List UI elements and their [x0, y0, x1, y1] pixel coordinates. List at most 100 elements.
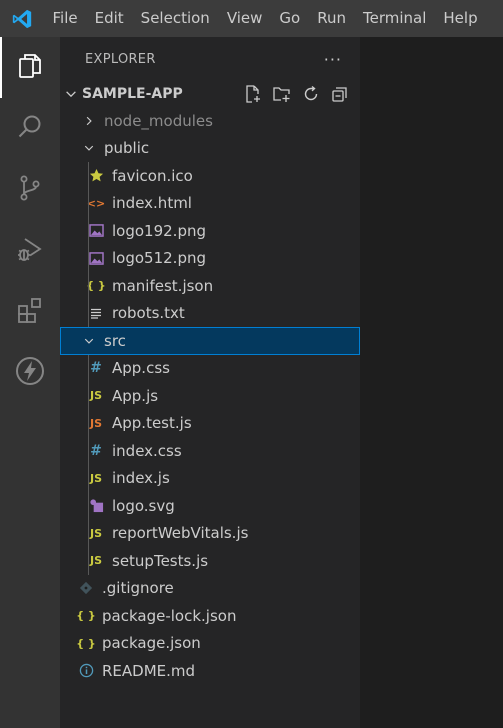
new-folder-icon[interactable] — [271, 83, 293, 105]
tree-file-robots-txt[interactable]: robots.txt — [60, 299, 360, 327]
activity-search[interactable] — [0, 98, 60, 159]
tree-item-label: index.html — [112, 194, 192, 213]
editor-area — [360, 37, 503, 728]
tree-item-label: .gitignore — [102, 579, 174, 598]
tree-file-package-lock[interactable]: { } package-lock.json — [60, 602, 360, 630]
chevron-down-icon — [80, 135, 98, 163]
tree-file-index-html[interactable]: <> index.html — [60, 189, 360, 217]
tree-file-gitignore[interactable]: .gitignore — [60, 575, 360, 603]
activity-source-control[interactable] — [0, 159, 60, 220]
tree-item-label: favicon.ico — [112, 166, 193, 185]
activity-thunder[interactable] — [0, 342, 60, 403]
chevron-right-icon — [80, 107, 98, 135]
info-icon — [74, 657, 98, 685]
tree-file-manifest-json[interactable]: { } manifest.json — [60, 272, 360, 300]
workspace-section-header[interactable]: SAMPLE-APP — [60, 81, 360, 107]
tree-item-label: reportWebVitals.js — [112, 524, 249, 543]
thunder-icon — [15, 356, 45, 390]
tree-file-index-js[interactable]: JS index.js — [60, 464, 360, 492]
tree-file-app-css[interactable]: # App.css — [60, 354, 360, 382]
tree-file-app-test-js[interactable]: JS App.test.js — [60, 409, 360, 437]
indent-guide — [88, 189, 89, 217]
menu-run[interactable]: Run — [309, 0, 355, 37]
menu-view[interactable]: View — [218, 0, 271, 37]
title-bar: File Edit Selection View Go Run Terminal… — [0, 0, 503, 37]
tree-file-setup-tests[interactable]: JS setupTests.js — [60, 547, 360, 575]
tree-file-index-css[interactable]: # index.css — [60, 437, 360, 465]
extensions-icon — [16, 296, 44, 328]
tree-item-label: App.test.js — [112, 414, 192, 433]
indent-guide — [88, 272, 89, 300]
menu-go[interactable]: Go — [271, 0, 309, 37]
section-actions — [242, 83, 360, 105]
indent-guide — [88, 354, 89, 382]
menu-selection[interactable]: Selection — [132, 0, 218, 37]
git-icon — [74, 575, 98, 603]
tree-item-label: App.css — [112, 359, 170, 378]
tree-file-logo512[interactable]: logo512.png — [60, 244, 360, 272]
tree-item-label: public — [104, 139, 150, 158]
sidebar-title: EXPLORER — [85, 52, 156, 67]
sidebar-header: EXPLORER ··· — [60, 37, 360, 82]
activity-run-debug[interactable] — [0, 220, 60, 281]
source-control-icon — [16, 174, 44, 206]
tree-item-label: robots.txt — [112, 304, 185, 323]
tree-item-label: index.js — [112, 469, 170, 488]
json-icon: { } — [76, 609, 96, 623]
workspace-title: SAMPLE-APP — [82, 86, 183, 102]
file-tree: node_modules public favicon.ico <> index… — [60, 107, 360, 685]
tree-item-label: src — [104, 331, 126, 350]
indent-guide — [88, 492, 89, 520]
indent-guide — [88, 244, 89, 272]
tree-item-label: logo192.png — [112, 221, 206, 240]
menu-file[interactable]: File — [44, 0, 86, 37]
tree-file-favicon[interactable]: favicon.ico — [60, 162, 360, 190]
vscode-logo-icon — [0, 0, 44, 37]
tree-folder-src[interactable]: src — [60, 327, 360, 355]
menu-bar: File Edit Selection View Go Run Terminal… — [44, 0, 486, 37]
tree-file-report-web-vitals[interactable]: JS reportWebVitals.js — [60, 519, 360, 547]
explorer-sidebar: EXPLORER ··· SAMPLE-APP node_modules pub… — [60, 37, 360, 728]
indent-guide — [88, 437, 89, 465]
search-icon — [16, 113, 44, 145]
indent-guide — [88, 217, 89, 245]
activity-bar — [0, 37, 60, 728]
indent-guide — [88, 547, 89, 575]
menu-edit[interactable]: Edit — [86, 0, 132, 37]
tree-item-label: logo512.png — [112, 249, 206, 268]
run-debug-icon — [16, 235, 44, 267]
tree-item-label: logo.svg — [112, 496, 175, 515]
files-icon — [16, 52, 44, 84]
tree-item-label: manifest.json — [112, 276, 214, 295]
tree-file-logo192[interactable]: logo192.png — [60, 217, 360, 245]
tree-folder-node-modules[interactable]: node_modules — [60, 107, 360, 135]
tree-file-logo-svg[interactable]: logo.svg — [60, 492, 360, 520]
collapse-all-icon[interactable] — [329, 83, 351, 105]
tree-item-label: index.css — [112, 441, 182, 460]
tree-item-label: node_modules — [104, 111, 213, 130]
tree-file-package-json[interactable]: { } package.json — [60, 630, 360, 658]
tree-item-label: README.md — [102, 661, 196, 680]
chevron-down-icon — [60, 81, 82, 107]
menu-help[interactable]: Help — [435, 0, 486, 37]
indent-guide — [88, 464, 89, 492]
more-actions-button[interactable]: ··· — [324, 50, 342, 69]
json-icon: { } — [76, 636, 96, 650]
tree-item-label: package.json — [102, 634, 201, 653]
tree-file-readme[interactable]: README.md — [60, 657, 360, 685]
activity-extensions[interactable] — [0, 281, 60, 342]
indent-guide — [88, 519, 89, 547]
indent-guide — [88, 409, 89, 437]
indent-guide — [88, 382, 89, 410]
tree-item-label: setupTests.js — [112, 551, 209, 570]
indent-guide — [88, 162, 89, 190]
tree-folder-public[interactable]: public — [60, 135, 360, 163]
tree-file-app-js[interactable]: JS App.js — [60, 382, 360, 410]
new-file-icon[interactable] — [242, 83, 264, 105]
refresh-icon[interactable] — [300, 83, 322, 105]
activity-explorer[interactable] — [0, 37, 60, 98]
chevron-down-icon — [80, 327, 98, 355]
indent-guide — [88, 299, 89, 327]
menu-terminal[interactable]: Terminal — [355, 0, 435, 37]
tree-item-label: package-lock.json — [102, 606, 237, 625]
